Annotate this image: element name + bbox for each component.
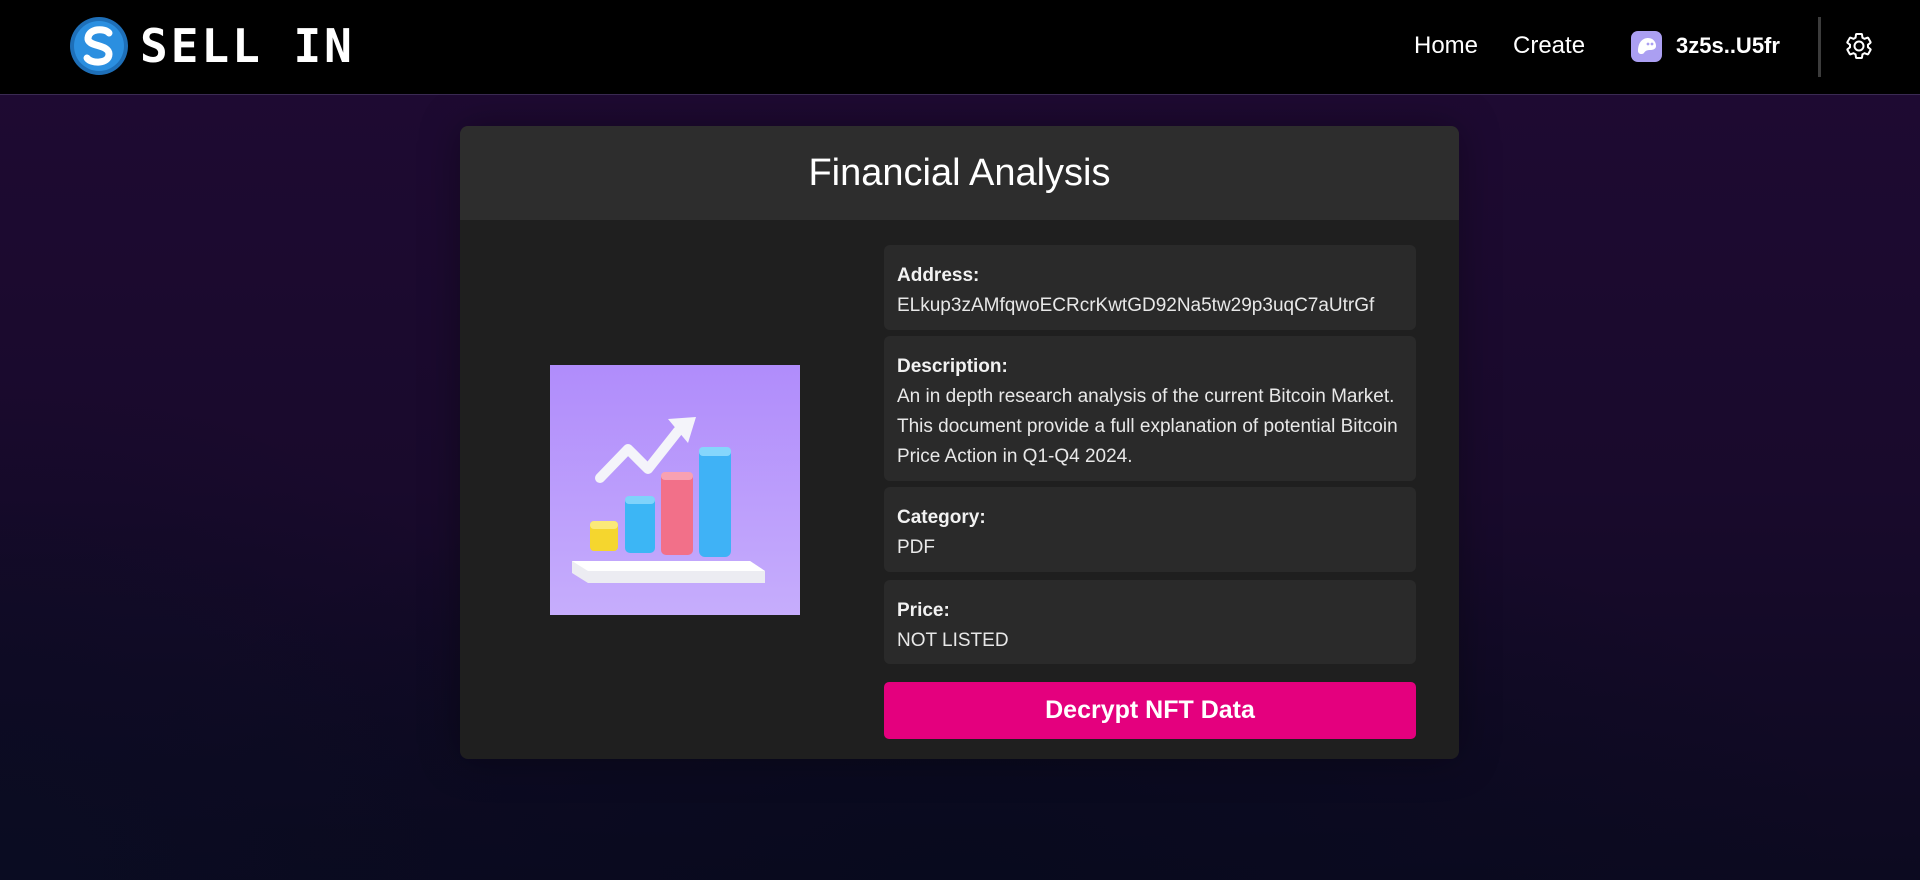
category-value: PDF (897, 537, 935, 558)
bar-chart-growth-icon (550, 365, 800, 615)
price-value: NOT LISTED (897, 630, 1009, 651)
top-navbar: SELL IN Home Create 3z5s..U5fr (0, 0, 1920, 95)
description-label: Description: (897, 356, 1008, 377)
decrypt-nft-button[interactable]: Decrypt NFT Data (884, 682, 1416, 739)
card-header: Financial Analysis (460, 126, 1459, 220)
category-field: Category: PDF (884, 487, 1416, 572)
nft-detail-card: Financial Analysis Address: ELkup3zAMfqw… (460, 126, 1459, 759)
address-value: ELkup3zAMfqwoECRcrKwtGD92Na5tw29p3uqC7aU… (897, 295, 1375, 316)
brand-name[interactable]: SELL IN (140, 18, 355, 74)
wallet-address-label: 3z5s..U5fr (1676, 33, 1780, 58)
header-divider (1818, 17, 1821, 77)
gear-icon[interactable] (1844, 31, 1874, 61)
phantom-ghost-icon (1631, 30, 1662, 62)
nft-info-column: Address: ELkup3zAMfqwoECRcrKwtGD92Na5tw2… (884, 245, 1416, 670)
wallet-button[interactable]: 3z5s..U5fr (1631, 29, 1780, 63)
address-field: Address: ELkup3zAMfqwoECRcrKwtGD92Na5tw2… (884, 245, 1416, 330)
sellin-logo-icon[interactable] (69, 16, 129, 76)
nav-create-link[interactable]: Create (1513, 28, 1585, 64)
description-value: An in depth research analysis of the cur… (897, 386, 1398, 467)
address-label: Address: (897, 265, 980, 286)
category-label: Category: (897, 507, 986, 528)
nft-title: Financial Analysis (808, 151, 1111, 194)
description-field: Description: An in depth research analys… (884, 336, 1416, 481)
price-field: Price: NOT LISTED (884, 580, 1416, 664)
nav-home-link[interactable]: Home (1414, 28, 1478, 64)
price-label: Price: (897, 600, 950, 621)
